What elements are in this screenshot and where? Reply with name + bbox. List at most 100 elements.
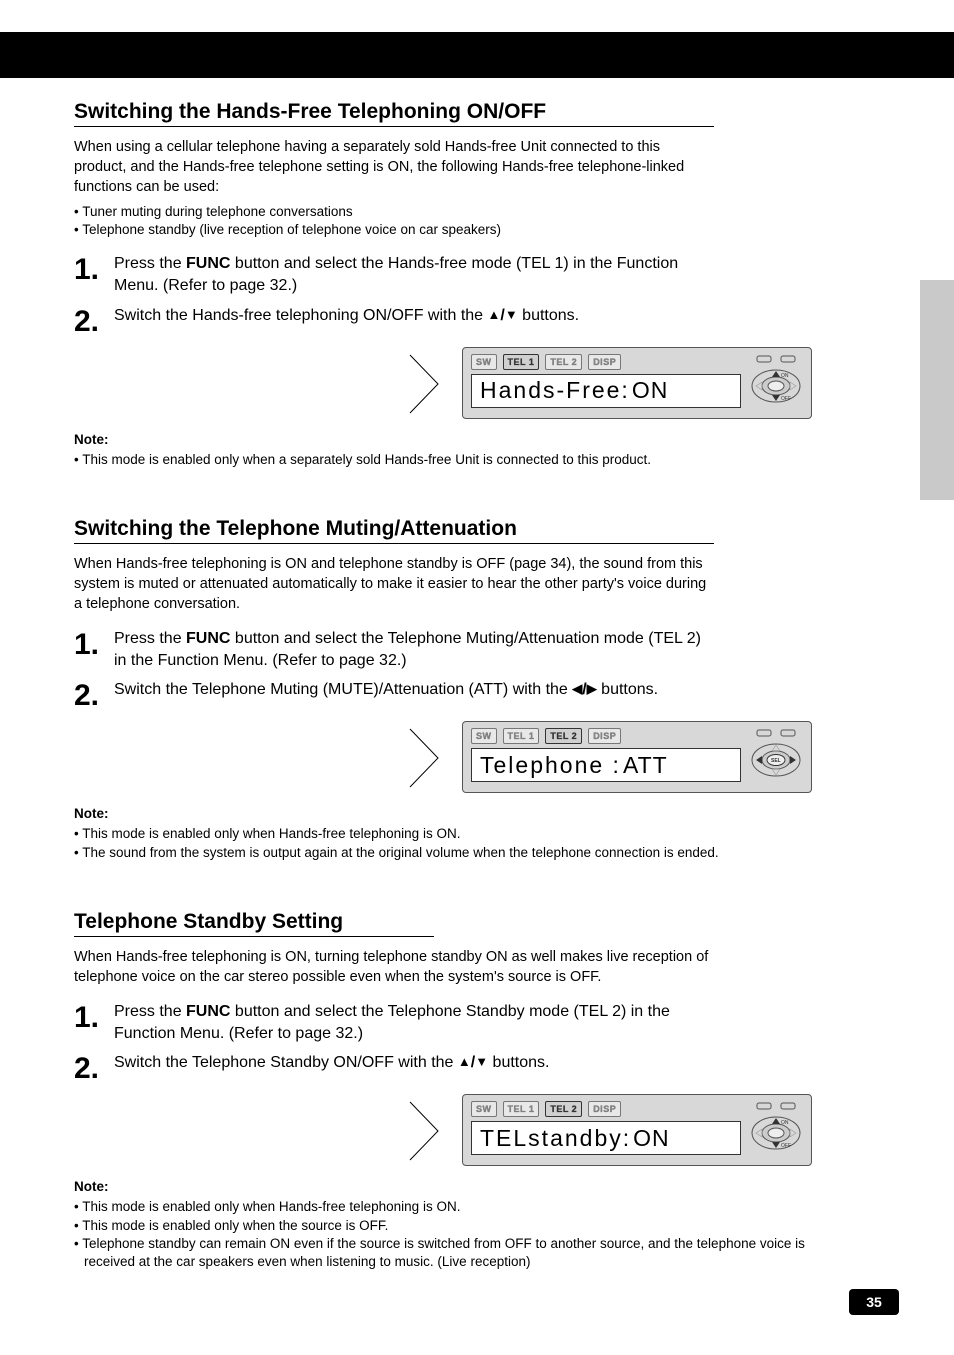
chevron-right-icon — [408, 727, 442, 789]
step-text: buttons. — [518, 307, 579, 324]
section-rule — [74, 126, 714, 127]
device-figure: SW TEL 1 TEL 2 DISP TELstandby:ON — [74, 1094, 844, 1168]
control-knob-icon: ON OFF — [747, 1101, 805, 1159]
seg-tel1: TEL 1 — [503, 1101, 540, 1117]
note-bullet: • This mode is enabled only when Hands-f… — [74, 1198, 844, 1216]
lcd-value: ON — [632, 377, 669, 404]
device-figure: SW TEL 1 TEL 2 DISP Hands-Free:ON — [74, 347, 844, 421]
note-bullet: • This mode is enabled only when the sou… — [74, 1217, 844, 1235]
section-rule — [74, 543, 714, 544]
segment-tabs: SW TEL 1 TEL 2 DISP — [471, 1101, 741, 1117]
seg-tel2: TEL 2 — [545, 354, 582, 370]
chevron-right-icon — [408, 1100, 442, 1162]
step-number: 1. — [74, 1003, 114, 1033]
lcd-display: TELstandby:ON — [471, 1121, 741, 1155]
step-text: Switch the Telephone Muting (MUTE)/Atten… — [114, 681, 572, 698]
note-bullet: • The sound from the system is output ag… — [74, 844, 844, 862]
step-text: buttons. — [597, 681, 658, 698]
section-title: Switching the Hands-Free Telephoning ON/… — [74, 100, 844, 124]
step-text: Press the — [114, 1003, 186, 1020]
seg-tel1: TEL 1 — [503, 354, 540, 370]
lcd-value: ON — [633, 1125, 670, 1152]
section-hands-free: Switching the Hands-Free Telephoning ON/… — [74, 100, 844, 469]
step-number: 1. — [74, 255, 114, 285]
step-text: Switch the Telephone Standby ON/OFF with… — [114, 1054, 458, 1071]
step-1: 1. Press the FUNC button and select the … — [74, 628, 714, 671]
seg-tel2: TEL 2 — [545, 1101, 582, 1117]
page-content: Switching the Hands-Free Telephoning ON/… — [74, 100, 844, 1319]
side-tab — [920, 280, 954, 500]
lcd-label: Telephone : — [480, 752, 621, 779]
seg-sw: SW — [471, 354, 497, 370]
seg-tel2: TEL 2 — [545, 728, 582, 744]
seg-sw: SW — [471, 728, 497, 744]
on-label: ON — [781, 1120, 789, 1126]
section-rule — [74, 936, 434, 937]
note-bullet: • Telephone standby can remain ON even i… — [74, 1235, 844, 1271]
segment-tabs: SW TEL 1 TEL 2 DISP — [471, 354, 741, 370]
up-triangle-icon: ▲ — [488, 306, 501, 324]
note: Note: • This mode is enabled only when H… — [74, 805, 844, 862]
step-2: 2. Switch the Hands-free telephoning ON/… — [74, 305, 714, 337]
step-number: 1. — [74, 630, 114, 660]
off-label: OFF — [781, 1143, 791, 1149]
step-number: 2. — [74, 307, 114, 337]
down-triangle-icon: ▼ — [505, 306, 518, 324]
step-text: Press the — [114, 255, 186, 272]
note-body: • This mode is enabled only when a separ… — [74, 451, 844, 469]
step-2: 2. Switch the Telephone Muting (MUTE)/At… — [74, 679, 714, 711]
control-knob-icon: ON OFF — [747, 354, 805, 412]
up-triangle-icon: ▲ — [458, 1053, 471, 1071]
intro-text: When using a cellular telephone having a… — [74, 139, 684, 195]
section-title: Telephone Standby Setting — [74, 910, 844, 934]
note-title: Note: — [74, 431, 844, 449]
section-title: Switching the Telephone Muting/Attenuati… — [74, 517, 844, 541]
step-1: 1. Press the FUNC button and select the … — [74, 1001, 714, 1044]
lcd-display: Hands-Free:ON — [471, 374, 741, 408]
note-title: Note: — [74, 805, 844, 823]
segment-tabs: SW TEL 1 TEL 2 DISP — [471, 728, 741, 744]
section-tel-standby: Telephone Standby Setting When Hands-fre… — [74, 910, 844, 1271]
lcd-value: ATT — [623, 752, 668, 779]
note-title: Note: — [74, 1178, 844, 1196]
seg-disp: DISP — [588, 354, 621, 370]
page-number-badge: 35 — [849, 1289, 899, 1315]
step-number: 2. — [74, 1054, 114, 1084]
button-name: FUNC — [186, 1003, 230, 1020]
on-label: ON — [781, 373, 789, 379]
lcd-display: Telephone :ATT — [471, 748, 741, 782]
intro-bullet: • Tuner muting during telephone conversa… — [74, 203, 714, 221]
chevron-right-icon — [408, 353, 442, 415]
sel-label: SEL — [771, 758, 781, 764]
seg-sw: SW — [471, 1101, 497, 1117]
note: Note: • This mode is enabled only when H… — [74, 1178, 844, 1271]
button-name: FUNC — [186, 255, 230, 272]
display-device: SW TEL 1 TEL 2 DISP Hands-Free:ON — [462, 347, 812, 419]
header-black-bar — [0, 32, 954, 78]
note-bullet: • This mode is enabled only when Hands-f… — [74, 825, 844, 843]
step-text: Press the — [114, 630, 186, 647]
down-triangle-icon: ▼ — [475, 1053, 488, 1071]
step-1: 1. Press the FUNC button and select the … — [74, 253, 714, 296]
right-triangle-icon: ▶ — [587, 680, 597, 698]
step-text: buttons. — [488, 1054, 549, 1071]
off-label: OFF — [781, 396, 791, 402]
section-intro: When Hands-free telephoning is ON, turni… — [74, 947, 714, 987]
left-triangle-icon: ◀ — [572, 680, 582, 698]
display-device: SW TEL 1 TEL 2 DISP TELstandby:ON — [462, 1094, 812, 1166]
seg-disp: DISP — [588, 728, 621, 744]
intro-bullet: • Telephone standby (live reception of t… — [74, 221, 714, 239]
note: Note: • This mode is enabled only when a… — [74, 431, 844, 469]
lcd-label: TELstandby: — [480, 1125, 631, 1152]
button-name: FUNC — [186, 630, 230, 647]
lcd-label: Hands-Free: — [480, 377, 630, 404]
control-knob-icon: SEL — [747, 728, 805, 786]
section-tel-muting: Switching the Telephone Muting/Attenuati… — [74, 517, 844, 862]
seg-tel1: TEL 1 — [503, 728, 540, 744]
seg-disp: DISP — [588, 1101, 621, 1117]
step-number: 2. — [74, 681, 114, 711]
device-figure: SW TEL 1 TEL 2 DISP Telephone :ATT — [74, 721, 844, 795]
section-intro: When using a cellular telephone having a… — [74, 137, 714, 239]
step-text: Switch the Hands-free telephoning ON/OFF… — [114, 307, 488, 324]
display-device: SW TEL 1 TEL 2 DISP Telephone :ATT — [462, 721, 812, 793]
